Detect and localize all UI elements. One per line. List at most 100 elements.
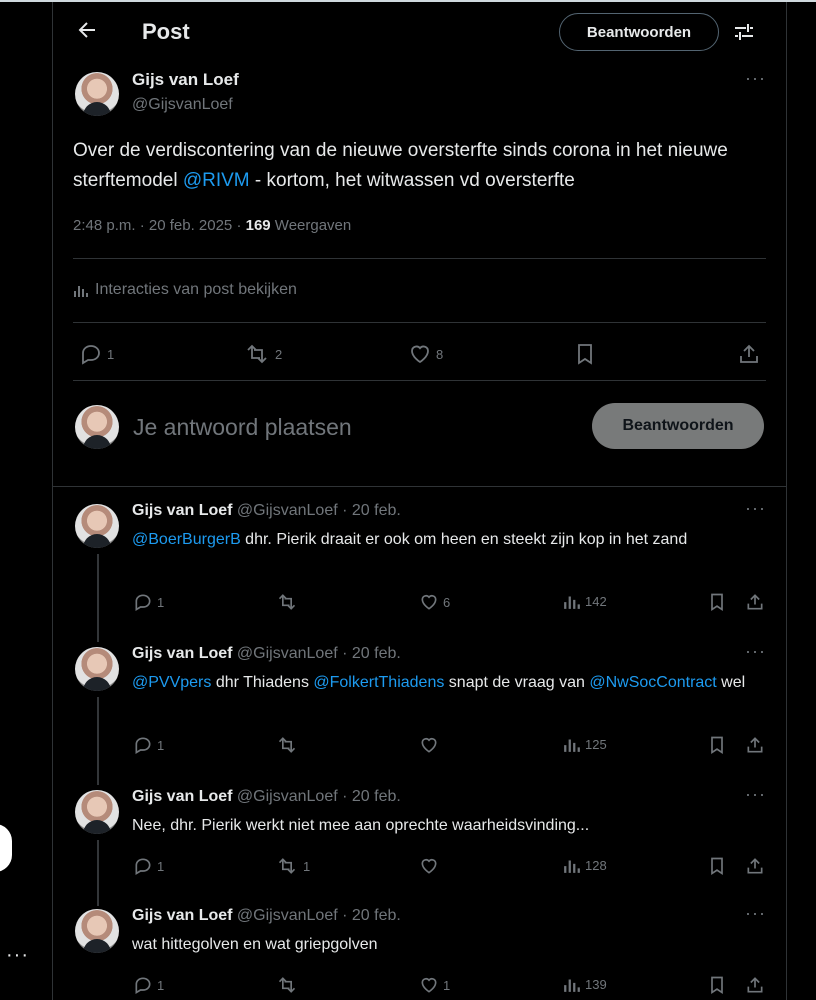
like-count: 6 (443, 594, 451, 610)
header-reply-button[interactable]: Beantwoorden (559, 13, 719, 51)
reply-repost-action[interactable] (275, 592, 303, 612)
reply-more-icon[interactable]: ··· (745, 498, 766, 519)
reply-meta[interactable]: @GijsvanLoef · 20 feb. (237, 788, 401, 805)
reply-repost-action[interactable] (275, 975, 303, 995)
post-timestamp[interactable]: 2:48 p.m. · 20 feb. 2025 · (73, 217, 246, 234)
reply-meta[interactable]: @GijsvanLoef · 20 feb. (237, 645, 401, 662)
reply-author-name[interactable]: Gijs van Loef (132, 907, 232, 924)
repost-icon (275, 735, 299, 755)
reply-like-action[interactable] (419, 856, 443, 876)
repost-action[interactable]: 2 (243, 342, 282, 366)
reply-share-action[interactable] (745, 735, 765, 755)
reply-count: 1 (157, 858, 165, 874)
view-interactions-link[interactable]: Interacties van post bekijken (73, 281, 297, 299)
bookmark-icon (707, 735, 727, 755)
reply-icon (133, 856, 153, 876)
page-title: Post (142, 19, 190, 44)
share-icon (745, 856, 765, 876)
mention-link[interactable]: @PVVpers (132, 674, 211, 691)
thread-line (97, 554, 99, 642)
mention-link[interactable]: @FolkertThiadens (313, 674, 444, 691)
views-count: 142 (585, 593, 607, 609)
reply-reply-action[interactable]: 1 (133, 975, 164, 995)
thread-line (97, 697, 99, 785)
reply-views-action[interactable]: 139 (563, 975, 607, 993)
bookmark-action[interactable] (573, 342, 597, 366)
reply-more-icon[interactable]: ··· (745, 641, 766, 662)
reply-author-name[interactable]: Gijs van Loef (132, 502, 232, 519)
reply-repost-action[interactable]: 1 (275, 856, 310, 876)
analytics-icon (563, 735, 581, 753)
author-handle[interactable]: @GijsvanLoef (132, 96, 233, 114)
reply-views-action[interactable]: 128 (563, 856, 607, 874)
reply-bookmark-action[interactable] (707, 592, 727, 612)
reply-settings-icon[interactable] (733, 21, 755, 43)
reply-icon (133, 592, 153, 612)
reply-share-action[interactable] (745, 975, 765, 995)
back-arrow-icon[interactable] (75, 18, 99, 42)
like-action[interactable]: 8 (408, 342, 443, 366)
reply-reply-action[interactable]: 1 (133, 735, 164, 755)
post-header: Post Beantwoorden (53, 2, 786, 62)
share-icon (745, 735, 765, 755)
reply-header: Gijs van Loef @GijsvanLoef · 20 feb. (132, 645, 401, 663)
reply-count: 1 (157, 594, 165, 610)
repost-icon (275, 975, 299, 995)
author-avatar[interactable] (75, 72, 119, 116)
reply-icon (133, 735, 153, 755)
composer-reply-button[interactable]: Beantwoorden (592, 403, 764, 449)
like-count: 8 (436, 346, 444, 362)
reply-bookmark-action[interactable] (707, 735, 727, 755)
composer-avatar[interactable] (75, 405, 119, 449)
reply-count: 1 (107, 346, 115, 362)
reply-reply-action[interactable]: 1 (133, 592, 164, 612)
reply-like-action[interactable] (419, 735, 443, 755)
reply-text-part: dhr. Pierik draait er ook om heen en ste… (240, 531, 688, 548)
share-action[interactable] (737, 342, 761, 366)
mention-link[interactable]: @RIVM (183, 170, 250, 191)
rail-round-button[interactable] (0, 824, 12, 872)
heart-icon (419, 856, 439, 876)
reply-action[interactable]: 1 (79, 342, 114, 366)
reply-avatar[interactable] (75, 909, 119, 953)
reply-text-part: snapt de vraag van (444, 674, 590, 691)
more-icon[interactable]: ··· (6, 944, 29, 967)
reply-share-action[interactable] (745, 856, 765, 876)
heart-icon (419, 975, 439, 995)
reply-header: Gijs van Loef @GijsvanLoef · 20 feb. (132, 788, 401, 806)
reply-more-icon[interactable]: ··· (745, 784, 766, 805)
reply-repost-action[interactable] (275, 735, 303, 755)
post-more-icon[interactable]: ··· (745, 68, 766, 89)
reply-bookmark-action[interactable] (707, 856, 727, 876)
divider (73, 322, 766, 323)
reply-like-action[interactable]: 1 (419, 975, 450, 995)
reply-text-part: dhr Thiadens (211, 674, 314, 691)
views-count: 125 (585, 736, 607, 752)
reply-views-action[interactable]: 142 (563, 592, 607, 610)
post-column: Post Beantwoorden Gijs van Loef @Gijsvan… (52, 2, 787, 1000)
reply-bookmark-action[interactable] (707, 975, 727, 995)
reply-share-action[interactable] (745, 592, 765, 612)
author-name[interactable]: Gijs van Loef (132, 70, 239, 90)
reply-views-action[interactable]: 125 (563, 735, 607, 753)
reply-author-name[interactable]: Gijs van Loef (132, 788, 232, 805)
reply-avatar[interactable] (75, 504, 119, 548)
reply-input[interactable]: Je antwoord plaatsen (133, 414, 352, 441)
mention-link[interactable]: @BoerBurgerB (132, 531, 241, 548)
share-icon (745, 975, 765, 995)
reply-avatar[interactable] (75, 647, 119, 691)
post-meta: 2:48 p.m. · 20 feb. 2025 · 169 Weergaven (73, 217, 351, 234)
reply-meta[interactable]: @GijsvanLoef · 20 feb. (237, 907, 401, 924)
reply-author-name[interactable]: Gijs van Loef (132, 645, 232, 662)
reply-reply-action[interactable]: 1 (133, 856, 164, 876)
reply-meta[interactable]: @GijsvanLoef · 20 feb. (237, 502, 401, 519)
bookmark-icon (707, 975, 727, 995)
reply-more-icon[interactable]: ··· (745, 903, 766, 924)
reply-text: Nee, dhr. Pierik werkt niet mee aan opre… (132, 814, 752, 838)
reply-avatar[interactable] (75, 790, 119, 834)
heart-icon (419, 735, 439, 755)
reply-like-action[interactable]: 6 (419, 592, 450, 612)
views-count: 128 (585, 857, 607, 873)
mention-link[interactable]: @NwSocContract (589, 674, 716, 691)
thread-line (97, 840, 99, 906)
